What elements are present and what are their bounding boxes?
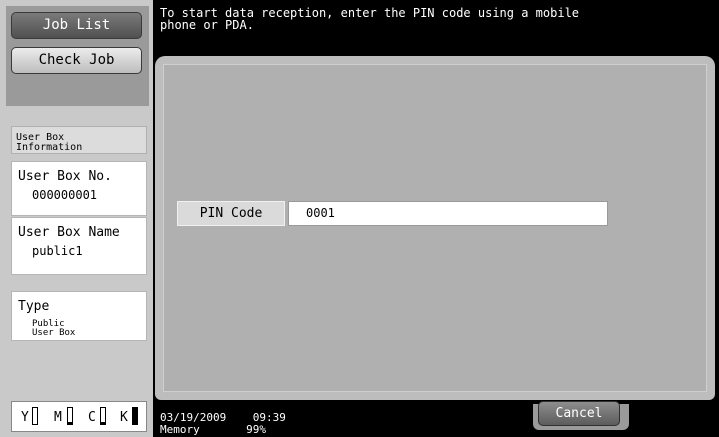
- job-list-button[interactable]: Job List: [11, 12, 142, 39]
- user-box-name-panel: User Box Name public1: [11, 217, 147, 275]
- user-box-information-header: User Box Information: [11, 126, 147, 154]
- main-panel-inner: [163, 64, 707, 392]
- memory-value: 99%: [246, 423, 266, 436]
- message-bar: To start data reception, enter the PIN c…: [153, 0, 719, 56]
- memory-label: Memory: [160, 423, 200, 436]
- toner-levels: Y M C K: [11, 401, 147, 432]
- toner-y-bar: [32, 407, 38, 425]
- left-sidebar: Job List Check Job User Box Information …: [0, 0, 153, 437]
- toner-k-bar: [132, 407, 138, 425]
- toner-m-bar: [67, 407, 73, 425]
- main-panel: [155, 56, 715, 400]
- main-area: [153, 56, 719, 404]
- pin-code-field[interactable]: 0001: [288, 201, 608, 226]
- user-box-name-value: public1: [32, 244, 83, 258]
- toner-c-label: C: [88, 410, 96, 425]
- user-box-number-value: 000000001: [32, 188, 98, 202]
- user-box-name-title: User Box Name: [18, 225, 120, 240]
- date-time: 03/19/2009 09:39: [160, 412, 286, 423]
- pin-code-label: PIN Code: [177, 201, 285, 226]
- memory-status: Memory 99%: [160, 424, 266, 435]
- user-box-type-panel: Type Public User Box: [11, 291, 147, 341]
- toner-y-label: Y: [21, 410, 29, 425]
- instruction-message: To start data reception, enter the PIN c…: [160, 6, 580, 32]
- status-date: 03/19/2009: [160, 411, 227, 424]
- toner-k-label: K: [120, 410, 128, 425]
- user-box-number-panel: User Box No. 000000001: [11, 161, 147, 216]
- status-bar: 03/19/2009 09:39 Memory 99% Cancel: [153, 401, 719, 437]
- check-job-button[interactable]: Check Job: [11, 47, 142, 74]
- toner-c-bar: [100, 407, 106, 425]
- user-box-number-title: User Box No.: [18, 169, 112, 184]
- user-box-type-title: Type: [18, 299, 50, 314]
- cancel-button-frame: Cancel: [533, 401, 629, 430]
- status-time: 09:39: [252, 411, 286, 424]
- cancel-button[interactable]: Cancel: [538, 401, 620, 426]
- user-box-type-value: Public User Box: [32, 319, 76, 338]
- toner-m-label: M: [54, 410, 62, 425]
